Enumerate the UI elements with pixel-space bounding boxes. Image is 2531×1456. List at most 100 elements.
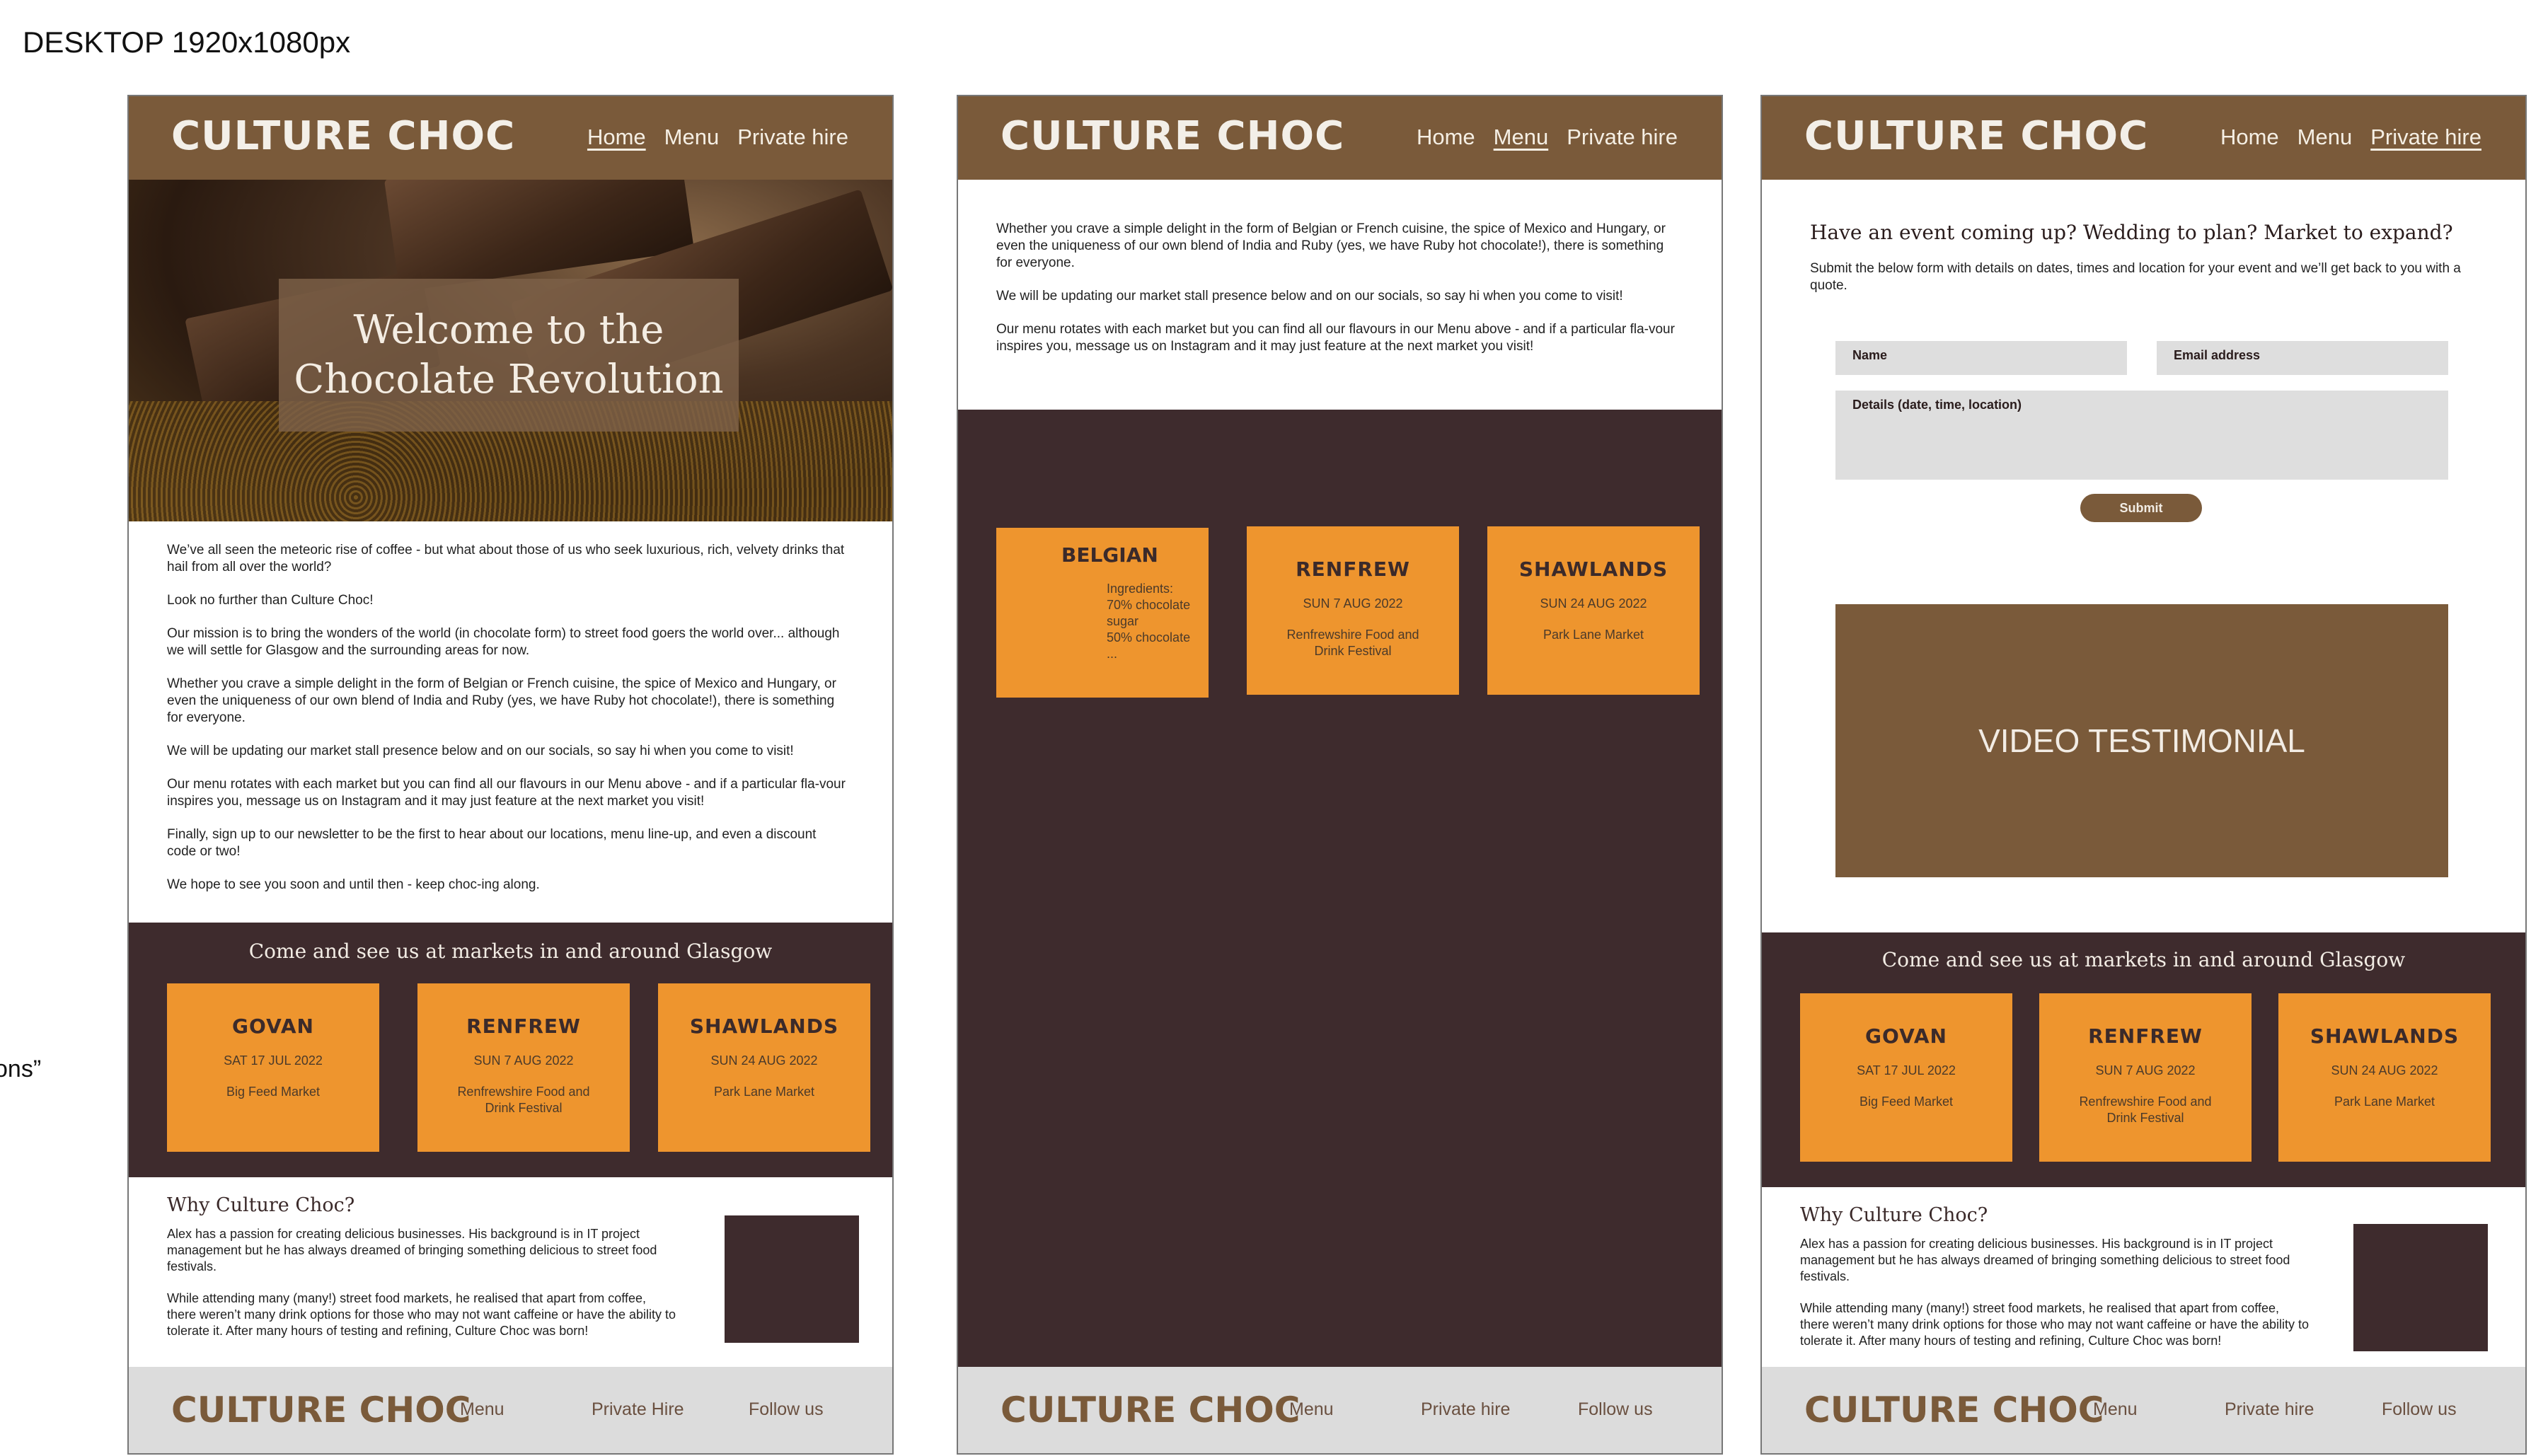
home-mockup: CULTURE CHOC Home Menu Private hire Welc… [127,95,894,1455]
nav-home[interactable]: Home [587,125,646,150]
markets-title: Come and see us at markets in and around… [1881,948,2406,971]
menu-mockup: CULTURE CHOC Home Menu Private hire Whet… [957,95,1723,1455]
market-card-shawlands[interactable]: SHAWLANDS SUN 24 AUG 2022 Park Lane Mark… [1487,526,1700,695]
market-venue: Park Lane Market [1543,628,1644,642]
nav-menu[interactable]: Menu [2297,125,2353,150]
market-name: SHAWLANDS [2310,1024,2460,1048]
market-date: SUN 7 AUG 2022 [2095,1063,2196,1077]
footer-link-private-hire[interactable]: Private hire [1421,1399,1510,1420]
market-venue: Big Feed Market [1859,1094,1954,1109]
market-venue: Renfrewshire Food and Drink Festival [1286,628,1419,658]
brand-logo[interactable]: CULTURE CHOC [1001,113,1344,159]
market-card-govan[interactable]: GOVAN SAT 17 JUL 2022 Big Feed Market [167,983,379,1152]
founder-image-placeholder [2353,1224,2488,1351]
nav-home[interactable]: Home [1417,125,1475,150]
market-card-renfrew[interactable]: RENFREW SUN 7 AUG 2022 Renfrewshire Food… [417,983,630,1152]
why-section: Why Culture Choc? Alex has a passion for… [1800,1204,2310,1365]
market-card-renfrew[interactable]: RENFREW SUN 7 AUG 2022 Renfrewshire Food… [1247,526,1459,695]
why-paragraph: While attending many (many!) street food… [1800,1301,2310,1348]
video-testimonial-placeholder[interactable]: VIDEO TESTIMONIAL [1835,604,2448,877]
intro-paragraph: Finally, sign up to our newsletter to be… [167,827,817,859]
intro-paragraph: We hope to see you soon and until then -… [167,877,540,892]
market-date: SUN 7 AUG 2022 [473,1053,574,1068]
brand-logo[interactable]: CULTURE CHOC [171,113,515,159]
footer-logo[interactable]: CULTURE CHOC [1001,1389,1300,1431]
hero-chocolate-image: Welcome to the Chocolate Revolution [129,180,892,521]
hero-title-line2: Chocolate Revolution [294,357,724,403]
footer: CULTURE CHOC Menu Private Hire Follow us [129,1367,892,1453]
menu-paragraph: Our menu rotates with each market but yo… [996,322,1675,354]
nav-menu[interactable]: Menu [1494,125,1549,150]
why-paragraph: While attending many (many!) street food… [167,1291,676,1338]
footer-link-menu[interactable]: Menu [1289,1399,1334,1420]
market-card-renfrew[interactable]: RENFREW SUN 7 AUG 2022 Renfrewshire Food… [2039,993,2252,1162]
footer-link-menu[interactable]: Menu [2093,1399,2138,1420]
nav-private-hire[interactable]: Private hire [2370,125,2481,150]
page-label: DESKTOP 1920x1080px [23,25,351,59]
side-fragment: ons” [0,1056,42,1082]
intro-paragraph: Look no further than Culture Choc! [167,593,374,608]
main-nav: Home Menu Private hire [1417,125,1678,150]
market-venue: Renfrewshire Food and Drink Festival [2079,1094,2212,1125]
footer-link-follow-us[interactable]: Follow us [1578,1399,1653,1420]
footer-logo[interactable]: CULTURE CHOC [171,1389,471,1431]
menu-card-belgian[interactable]: BELGIAN Ingredients: 70% chocolate sugar… [996,528,1209,698]
why-section: Why Culture Choc? Alex has a passion for… [167,1194,676,1355]
header: CULTURE CHOC Home Menu Private hire [958,96,1722,180]
details-field[interactable]: Details (date, time, location) [1835,391,2448,480]
private-hire-mockup: CULTURE CHOC Home Menu Private hire Have… [1760,95,2527,1455]
market-venue: Renfrewshire Food and Drink Festival [457,1085,590,1115]
main-nav: Home Menu Private hire [2220,125,2481,150]
video-label: VIDEO TESTIMONIAL [1978,722,2305,759]
why-paragraph: Alex has a passion for creating deliciou… [1800,1237,2290,1283]
ingredient-line: 50% chocolate [1107,630,1191,645]
nav-home[interactable]: Home [2220,125,2279,150]
ingredient-line: sugar [1107,614,1139,628]
market-name: RENFREW [1296,557,1410,581]
email-field[interactable]: Email address [2157,341,2448,375]
menu-paragraph: Whether you crave a simple delight in th… [996,221,1666,270]
market-venue: Park Lane Market [713,1085,815,1099]
market-date: SUN 24 AUG 2022 [710,1053,818,1068]
market-name: SHAWLANDS [1518,557,1668,581]
intro-paragraph: We will be updating our market stall pre… [167,744,794,758]
footer: CULTURE CHOC Menu Private hire Follow us [1762,1367,2525,1453]
market-card-govan[interactable]: GOVAN SAT 17 JUL 2022 Big Feed Market [1800,993,2012,1162]
intro-paragraph: Whether you crave a simple delight in th… [167,676,836,725]
header: CULTURE CHOC Home Menu Private hire [1762,96,2525,180]
market-date: SUN 24 AUG 2022 [2331,1063,2438,1077]
market-date: SUN 7 AUG 2022 [1303,596,1403,611]
market-date: SUN 24 AUG 2022 [1540,596,1647,611]
market-venue: Big Feed Market [226,1085,321,1099]
intro-paragraph: Our mission is to bring the wonders of t… [167,626,840,658]
market-name: RENFREW [466,1015,581,1038]
menu-paragraph: We will be updating our market stall pre… [996,289,1623,304]
footer-logo[interactable]: CULTURE CHOC [1804,1389,2104,1431]
market-card-shawlands[interactable]: SHAWLANDS SUN 24 AUG 2022 Park Lane Mark… [2278,993,2491,1162]
submit-button[interactable]: Submit [2080,494,2202,522]
footer-link-menu[interactable]: Menu [460,1399,505,1420]
hire-heading: Have an event coming up? Wedding to plan… [1810,221,2453,244]
brand-logo[interactable]: CULTURE CHOC [1804,113,2148,159]
markets-title: Come and see us at markets in and around… [248,940,773,963]
nav-private-hire[interactable]: Private hire [1567,125,1678,150]
nav-private-hire[interactable]: Private hire [737,125,848,150]
market-date: SAT 17 JUL 2022 [224,1053,323,1068]
market-venue: Park Lane Market [2334,1094,2435,1109]
nav-menu[interactable]: Menu [664,125,720,150]
market-card-shawlands[interactable]: SHAWLANDS SUN 24 AUG 2022 Park Lane Mark… [658,983,870,1152]
footer: CULTURE CHOC Menu Private hire Follow us [958,1367,1722,1453]
ingredient-line: ... [1107,647,1118,661]
menu-item-ingredients: Ingredients: 70% chocolate sugar 50% cho… [1107,581,1209,662]
name-field[interactable]: Name [1835,341,2127,375]
why-title: Why Culture Choc? [167,1194,355,1216]
footer-link-private-hire[interactable]: Private hire [2225,1399,2314,1420]
market-name: GOVAN [1865,1024,1947,1048]
footer-link-private-hire[interactable]: Private Hire [592,1399,684,1420]
footer-link-follow-us[interactable]: Follow us [749,1399,824,1420]
intro-paragraph: We’ve all seen the meteoric rise of coff… [167,543,845,574]
menu-item-name: BELGIAN [1061,543,1158,567]
footer-link-follow-us[interactable]: Follow us [2382,1399,2457,1420]
hero-title-line1: Welcome to the [353,307,664,353]
founder-image-placeholder [725,1215,859,1343]
